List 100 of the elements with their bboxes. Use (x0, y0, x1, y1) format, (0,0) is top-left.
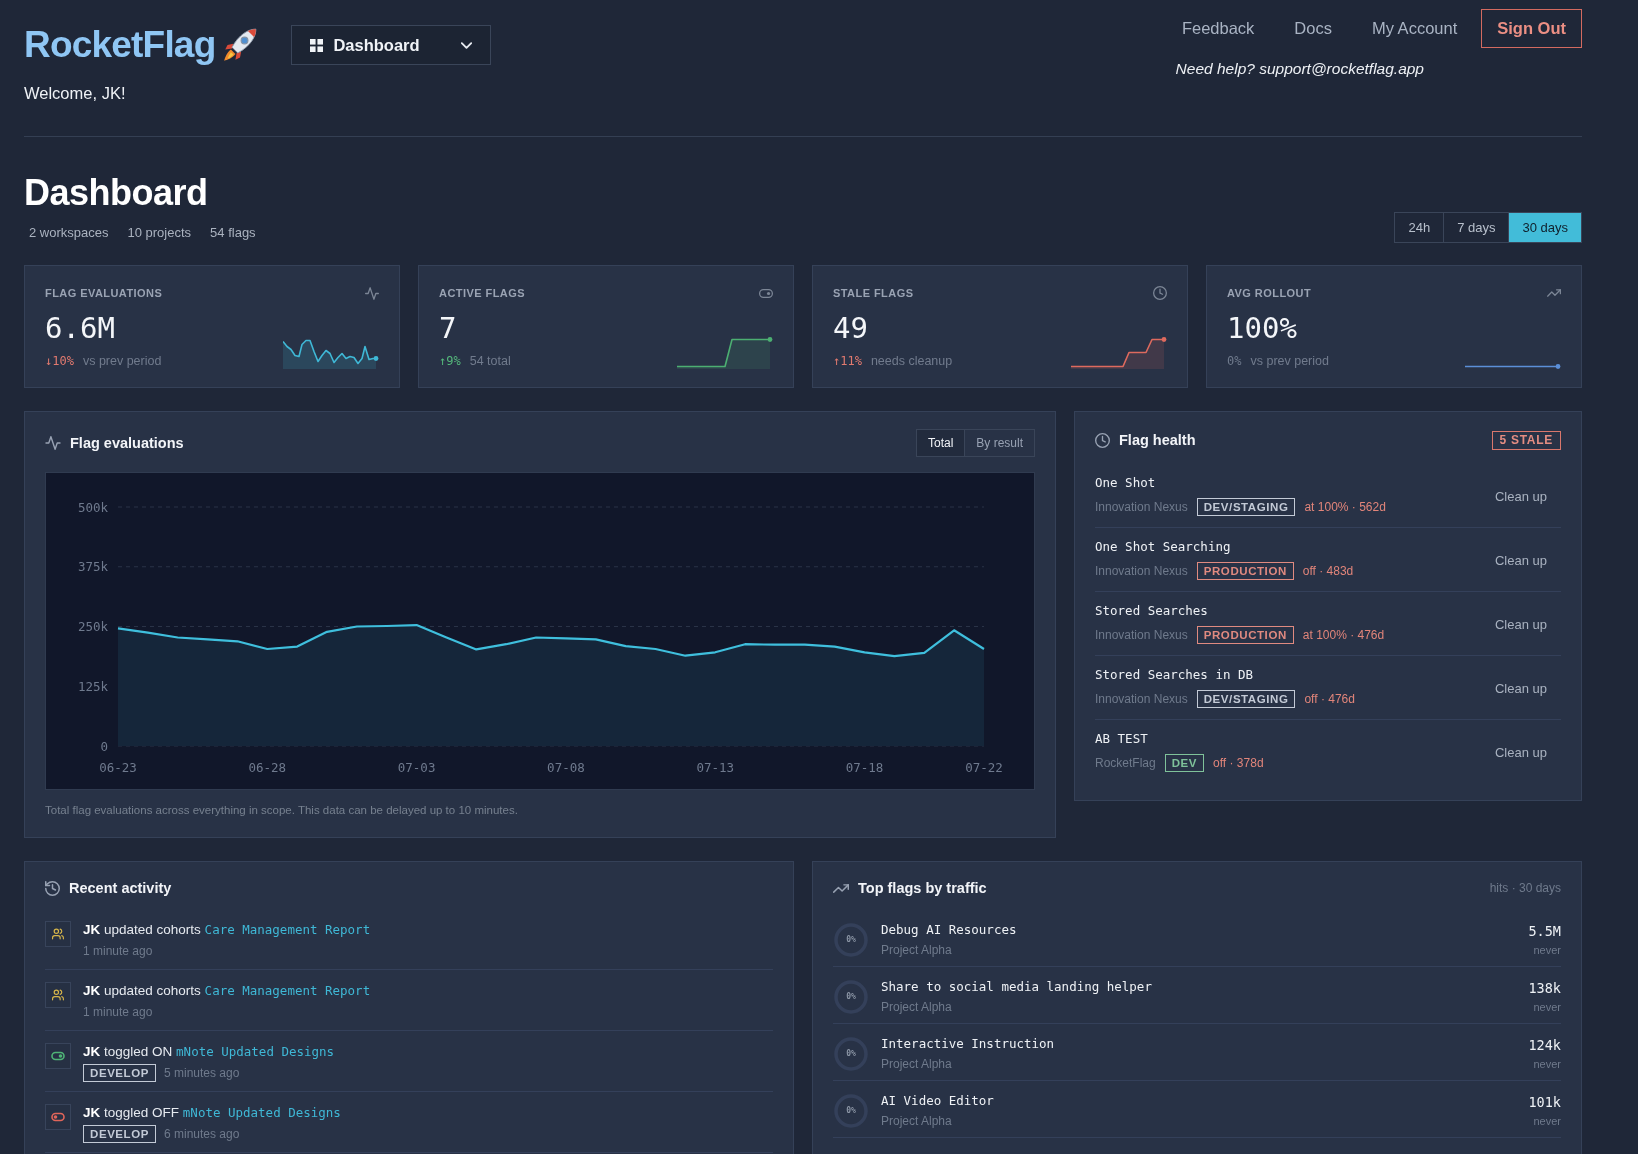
x-axis-label: 06-23 (99, 760, 137, 775)
flag-status: off · 378d (1213, 756, 1264, 770)
panel-title: Flag evaluations (70, 434, 184, 453)
history-icon (45, 880, 60, 896)
hit-count: 101k (1528, 1093, 1561, 1111)
page-title: Dashboard (24, 173, 209, 213)
clean-up-button[interactable]: Clean up (1480, 738, 1561, 766)
stat-delta: ↑9% (439, 353, 461, 370)
rocket-icon (223, 28, 258, 62)
clean-up-button[interactable]: Clean up (1480, 482, 1561, 510)
flag-name: Debug AI Resources (881, 921, 1018, 939)
flag-link[interactable]: mNote Updated Designs (182, 1105, 341, 1120)
flag-name: Share to social media landing helper (881, 978, 1153, 996)
clean-up-button[interactable]: Clean up (1480, 610, 1561, 638)
stat-delta: ↓10% (45, 353, 74, 370)
clock-icon (1095, 432, 1110, 448)
flag-link[interactable]: Care Management Report (204, 922, 371, 937)
x-axis-label: 07-08 (547, 760, 585, 775)
flag-name: Stored Searches (1095, 602, 1209, 620)
env-tag: DEV/STAGING (1196, 690, 1296, 708)
last-seen: never (1533, 943, 1561, 958)
env-tag: DEVELOP (83, 1064, 156, 1082)
flag-name: AI Video Editor (881, 1092, 995, 1110)
count-label: 54 flags (210, 224, 256, 242)
flag-name: One Shot Searching (1095, 538, 1232, 556)
project-name: Innovation Nexus (1095, 500, 1188, 514)
mode-tab[interactable]: Total (916, 430, 965, 456)
clean-up-button[interactable]: Clean up (1480, 546, 1561, 574)
hit-count: 138k (1528, 979, 1561, 997)
nav-link[interactable]: My Account (1351, 19, 1478, 38)
activity-time: 6 minutes ago (164, 1126, 240, 1143)
x-axis-label: 07-22 (965, 760, 1003, 775)
y-axis-label: 250k (77, 619, 108, 634)
flag-status: at 100% · 562d (1304, 500, 1386, 514)
last-seen: never (1533, 1057, 1561, 1072)
env-tag: DEV/STAGING (1196, 498, 1296, 516)
stat-label: ACTIVE FLAGS (439, 287, 525, 299)
clean-up-button[interactable]: Clean up (1480, 674, 1561, 702)
env-tag: PRODUCTION (1196, 562, 1294, 580)
view-dropdown[interactable]: Dashboard (291, 25, 492, 65)
project-name: RocketFlag (1095, 756, 1156, 770)
rollout-percent: 0% (845, 992, 857, 1002)
flag-link[interactable]: mNote Updated Designs (176, 1044, 335, 1059)
chevron-down-icon (461, 41, 473, 49)
pulse-icon (365, 286, 379, 300)
users-icon (45, 982, 71, 1008)
rollout-percent: 0% (845, 1049, 857, 1059)
panel-title: Recent activity (69, 879, 172, 898)
flag-status: off · 483d (1302, 564, 1354, 578)
activity-time: 1 minute ago (83, 943, 153, 960)
x-axis-label: 07-18 (845, 760, 884, 775)
activity-time: 5 minutes ago (164, 1065, 240, 1082)
range-tab[interactable]: 24h (1395, 213, 1444, 242)
project-name: Project Alpha (881, 1113, 953, 1130)
welcome-text: Welcome, JK! (24, 83, 127, 104)
grid-icon (310, 38, 324, 52)
y-axis-label: 125k (77, 678, 108, 694)
nav-link[interactable]: Docs (1274, 19, 1352, 38)
rollout-percent: 0% (845, 935, 857, 945)
mode-tab[interactable]: By result (964, 430, 1034, 456)
nav-link[interactable]: Feedback (1161, 19, 1275, 38)
range-tab[interactable]: 30 days (1508, 213, 1581, 242)
last-seen: never (1533, 1000, 1561, 1015)
flag-name: Stored Searches in DB (1095, 666, 1255, 684)
stat-note: needs cleanup (870, 353, 953, 370)
logo-text: RocketFlag (24, 25, 216, 65)
clock-icon (1153, 286, 1167, 300)
y-axis-label: 500k (77, 499, 108, 515)
flag-name: Interactive Instruction (881, 1035, 1056, 1053)
flag-name: One Shot (1095, 474, 1157, 492)
project-name: Project Alpha (881, 999, 953, 1016)
stat-label: STALE FLAGS (833, 287, 914, 299)
y-axis-label: 375k (77, 559, 108, 575)
sign-out-button[interactable]: Sign Out (1481, 9, 1582, 48)
stat-note: vs prev period (82, 353, 162, 370)
x-axis-label: 06-28 (248, 760, 287, 775)
activity-text: JK updated cohorts Care Management Report (83, 921, 371, 939)
stat-note: 54 total (469, 353, 511, 370)
traffic-note: hits · 30 days (1489, 881, 1561, 895)
stat-value: 49 (833, 310, 869, 346)
panel-title: Flag health (1119, 431, 1196, 450)
stat-value: 6.6M (45, 310, 116, 346)
users-icon (45, 921, 71, 947)
rollout-percent: 0% (845, 1106, 857, 1116)
panel-title: Top flags by traffic (858, 879, 987, 898)
activity-time: 1 minute ago (83, 1004, 153, 1021)
y-axis-label: 0 (100, 738, 108, 754)
hit-count: 5.5M (1528, 922, 1561, 940)
pulse-icon (45, 436, 61, 450)
flag-link[interactable]: Care Management Report (204, 983, 371, 998)
stat-label: AVG ROLLOUT (1227, 287, 1312, 299)
project-name: Innovation Nexus (1095, 564, 1188, 578)
project-name: Innovation Nexus (1095, 628, 1188, 642)
env-tag: DEV (1164, 754, 1205, 772)
chart-footnote: Total flag evaluations across everything in scope. This data can be delayed up to 10 minutes. (45, 803, 519, 818)
activity-text: JK toggled OFF mNote Updated Designs (83, 1104, 341, 1122)
project-name: Project Alpha (881, 1056, 953, 1073)
flag-name: AB TEST (1095, 730, 1149, 748)
toggle-icon (759, 288, 773, 298)
help-text: Need help? support@rocketflag.app (1175, 59, 1424, 79)
